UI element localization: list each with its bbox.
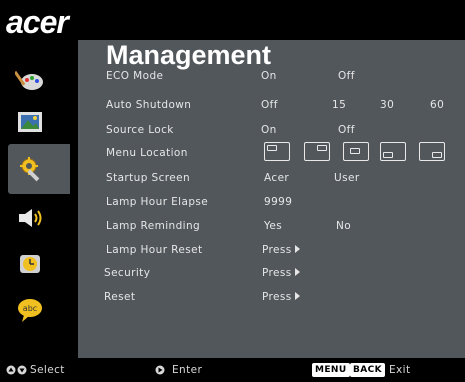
lamp-hour-elapse-value: 9999 [264,196,293,208]
row-reset[interactable]: Reset Press [0,287,465,307]
lamp-reminding-option[interactable]: Yes [264,216,282,236]
menu-location-center-icon[interactable] [343,142,369,161]
lamp-reminding-label: Lamp Reminding [106,220,201,232]
row-startup-screen[interactable]: Startup Screen Acer User [0,168,465,188]
startup-screen-option[interactable]: Acer [264,168,289,188]
back-key-badge: BACK [350,363,386,377]
row-security[interactable]: Security Press [0,263,465,283]
eco-mode-option[interactable]: On [261,66,277,86]
source-lock-option[interactable]: Off [338,120,355,140]
footer-exit-label: Exit [389,364,411,376]
row-lamp-hour-reset[interactable]: Lamp Hour Reset Press [0,240,465,260]
reset-press-button[interactable]: Press [262,287,300,307]
menu-location-bottom-left-icon[interactable] [380,142,406,161]
footer-enter-label: Enter [172,364,203,376]
arrow-right-icon [294,292,300,300]
source-lock-option[interactable]: On [261,120,277,140]
eco-mode-label: ECO Mode [106,70,164,82]
lamp-hour-reset-press-button[interactable]: Press [262,240,300,260]
lamp-hour-elapse-label: Lamp Hour Elapse [106,196,209,208]
row-lamp-hour-elapse: Lamp Hour Elapse 9999 [0,192,465,212]
lamp-hour-reset-label: Lamp Hour Reset [106,244,203,256]
arrow-right-icon [294,245,300,253]
startup-screen-option[interactable]: User [334,168,360,188]
arrow-right-icon [294,268,300,276]
row-lamp-reminding[interactable]: Lamp Reminding Yes No [0,216,465,236]
auto-shutdown-option[interactable]: 60 [430,95,444,115]
up-down-icon [6,358,28,382]
eco-mode-option[interactable]: Off [338,66,355,86]
auto-shutdown-option[interactable]: 30 [380,95,394,115]
enter-icon [154,358,166,382]
acer-logo: acer [6,4,69,40]
auto-shutdown-label: Auto Shutdown [106,99,192,111]
lamp-reminding-option[interactable]: No [336,216,351,236]
footer-help-bar: Select Enter MENU BACK Exit [0,358,465,382]
auto-shutdown-option[interactable]: Off [261,95,278,115]
footer-select-label: Select [30,364,65,376]
menu-location-bottom-right-icon[interactable] [419,142,445,161]
security-label: Security [104,267,151,279]
press-label: Press [262,267,292,279]
press-label: Press [262,244,292,256]
row-eco-mode[interactable]: ECO Mode On Off [0,66,465,86]
menu-location-top-right-icon[interactable] [304,142,330,161]
row-source-lock[interactable]: Source Lock On Off [0,120,465,140]
press-label: Press [262,291,292,303]
menu-location-label: Menu Location [106,147,188,159]
auto-shutdown-option[interactable]: 15 [332,95,346,115]
row-auto-shutdown[interactable]: Auto Shutdown Off 15 30 60 [0,95,465,115]
menu-key-badge: MENU [312,363,350,377]
reset-label: Reset [104,291,136,303]
startup-screen-label: Startup Screen [106,172,191,184]
source-lock-label: Source Lock [106,124,174,136]
menu-location-top-left-icon[interactable] [264,142,290,161]
security-press-button[interactable]: Press [262,263,300,283]
